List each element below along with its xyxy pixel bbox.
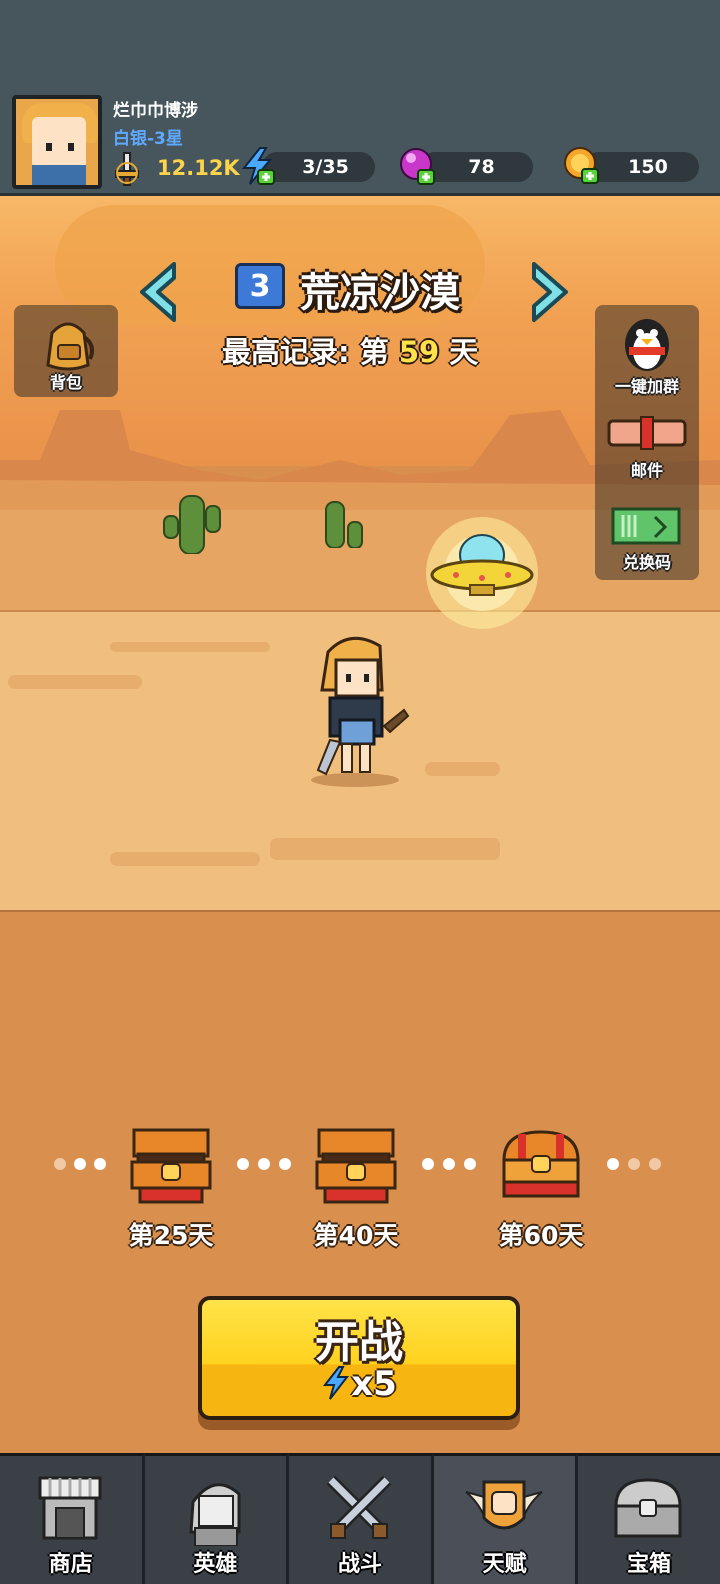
player-name: 烂巾巾博涉 [113,101,198,121]
progress-dot [464,1158,476,1170]
sand-streak [8,675,142,689]
progress-dot [628,1158,640,1170]
progress-dot [279,1158,291,1170]
sand-streak [425,762,500,776]
record-prefix: 最高记录: 第 [222,335,389,369]
gold-add-icon[interactable] [562,145,602,185]
progress-dot [649,1158,661,1170]
power-value: 12.12K [157,156,240,180]
mail-button[interactable]: 邮件 [595,401,699,485]
level-name: 荒凉沙漠 [300,270,460,316]
record-suffix: 天 [449,335,479,369]
chest-icon [614,1478,682,1538]
start-battle-button[interactable]: 开战 x5 [198,1296,520,1420]
nav-chest-label: 宝箱 [627,1552,672,1577]
bottom-nav: 商店 英雄 战斗 天赋 宝箱 [0,1453,720,1584]
bag-button[interactable]: 背包 [14,305,118,397]
penguin-icon [625,319,669,371]
hero-character [311,636,410,787]
side-menu-panel: 一键加群 邮件 兑换码 [595,305,699,580]
redeem-code-button[interactable]: 兑换码 [595,495,699,579]
cactus [325,501,363,548]
nav-shop[interactable]: 商店 [0,1453,145,1584]
progress-dot [74,1158,86,1170]
nav-chest[interactable]: 宝箱 [578,1453,720,1584]
backpack-icon [46,322,94,371]
player-avatar[interactable] [12,95,102,189]
chest-day-label: 第40天 [313,1221,399,1250]
gold-value: 150 [628,156,668,178]
reward-chest-open[interactable] [313,1122,399,1208]
chest-day-label: 第60天 [498,1221,584,1250]
join-group-button[interactable]: 一键加群 [595,309,699,397]
gem-value: 78 [468,156,495,178]
shop-icon [38,1476,102,1540]
player-rank: 白银-3星 [113,129,183,149]
gem-add-icon[interactable] [398,146,438,186]
reward-chest-closed[interactable] [498,1126,584,1206]
cactus [163,495,221,554]
progress-dot [54,1158,66,1170]
nav-battle-label: 战斗 [337,1552,382,1577]
energy-bolt-icon [323,1366,350,1400]
ticket-icon [611,507,681,545]
nav-shop-label: 商店 [48,1552,93,1577]
redeem-label: 兑换码 [622,553,671,572]
mail-scroll-icon [607,416,687,450]
energy-counter: 3/35 [262,152,375,182]
progress-dot [607,1158,619,1170]
join-group-label: 一键加群 [614,377,679,396]
start-battle-label: 开战 [315,1317,403,1368]
energy-value: 3/35 [302,156,349,178]
power-sword-icon [115,152,139,186]
nav-battle[interactable]: 战斗 [289,1453,434,1584]
sand-streak [110,642,270,652]
hero-icon [188,1483,241,1546]
level-number-badge: 3 [235,263,285,309]
progress-dot [422,1158,434,1170]
battle-swords-icon [326,1475,392,1539]
nav-hero[interactable]: 英雄 [144,1453,290,1584]
best-record: 最高记录: 第 59 天 [222,329,478,371]
chest-day-label: 第25天 [128,1221,214,1250]
progress-dot [237,1158,249,1170]
sand-streak [110,852,260,866]
record-days: 59 [398,335,440,369]
energy-cost: x5 [202,1364,516,1404]
progress-dot [94,1158,106,1170]
energy-cost-value: x5 [351,1364,397,1404]
progress-dot [258,1158,270,1170]
nav-talent-label: 天赋 [482,1552,527,1577]
energy-add-icon[interactable] [238,146,278,186]
talent-fist-icon [465,1480,543,1530]
sand-streak [270,838,500,860]
bag-label: 背包 [49,373,82,392]
mail-label: 邮件 [630,461,663,480]
progress-dot [443,1158,455,1170]
nav-talent[interactable]: 天赋 [433,1453,579,1584]
reward-chest-open[interactable] [128,1122,214,1208]
prev-level-arrow-icon[interactable] [136,260,182,324]
next-level-arrow-icon[interactable] [526,260,572,324]
ufo-reward[interactable] [420,515,545,630]
nav-hero-label: 英雄 [193,1552,238,1577]
